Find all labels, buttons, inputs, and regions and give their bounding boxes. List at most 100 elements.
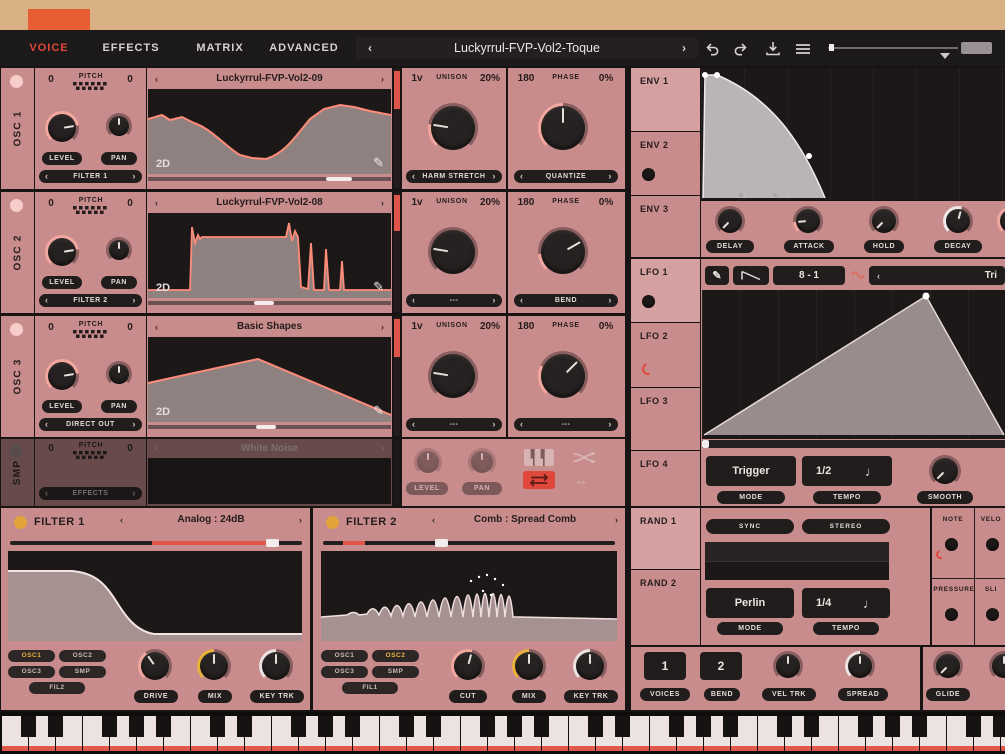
filter1-input-fil2[interactable]: FIL2 bbox=[29, 682, 85, 694]
next-icon[interactable] bbox=[608, 294, 612, 307]
tab-lfo3[interactable]: LFO 3 bbox=[631, 388, 700, 450]
smp-keytrack-icon[interactable] bbox=[524, 449, 554, 466]
prev-icon[interactable] bbox=[432, 515, 435, 525]
next-icon[interactable] bbox=[492, 294, 496, 307]
filter2-cut-knob[interactable] bbox=[451, 649, 485, 683]
next-icon[interactable] bbox=[381, 74, 384, 84]
tab-matrix[interactable]: MATRIX bbox=[194, 30, 246, 66]
velocity-track-knob[interactable] bbox=[773, 651, 803, 681]
rand-sync-button[interactable]: SYNC bbox=[706, 519, 794, 534]
smp-level-knob[interactable] bbox=[414, 448, 442, 476]
osc1-waveform-display[interactable]: 2D ✎ bbox=[147, 89, 392, 174]
prev-icon[interactable] bbox=[412, 418, 416, 431]
osc1-view-mode[interactable]: 2D bbox=[156, 158, 170, 170]
next-icon[interactable] bbox=[132, 294, 136, 307]
lfo-smooth-toggle-icon[interactable] bbox=[851, 270, 865, 280]
lfo-grid-stepper[interactable]: 8 - 1 bbox=[773, 266, 845, 285]
osc3-unison-voices[interactable]: 1v bbox=[406, 321, 428, 332]
tab-lfo1[interactable]: LFO 1 bbox=[631, 259, 700, 322]
prev-icon[interactable] bbox=[45, 487, 49, 500]
osc1-tune-value[interactable]: 0 bbox=[119, 74, 141, 85]
bend-value[interactable]: 2 bbox=[700, 652, 742, 680]
osc2-spectral-morph-dropdown[interactable]: --- bbox=[406, 294, 502, 307]
osc3-view-mode[interactable]: 2D bbox=[156, 406, 170, 418]
osc1-spectral-morph-dropdown[interactable]: HARM STRETCH bbox=[406, 170, 502, 183]
filter2-model-dropdown[interactable]: Comb : Spread Comb bbox=[432, 514, 618, 525]
osc1-unison-voices[interactable]: 1v bbox=[406, 73, 428, 84]
osc1-wavetable-selector[interactable]: Luckyrrul-FVP-Vol2-09 bbox=[147, 68, 392, 89]
filter1-power-button[interactable] bbox=[14, 516, 27, 529]
filter1-drive-knob[interactable] bbox=[138, 649, 172, 683]
lfo-display[interactable] bbox=[702, 290, 1005, 439]
next-icon[interactable] bbox=[492, 418, 496, 431]
osc3-unison-knob[interactable] bbox=[428, 351, 478, 401]
osc2-frame-slider[interactable] bbox=[148, 301, 391, 305]
tab-lfo2[interactable]: LFO 2 bbox=[631, 323, 700, 387]
volume-marker-icon[interactable] bbox=[940, 53, 950, 59]
smp-sample-display[interactable] bbox=[148, 458, 391, 504]
prev-icon[interactable] bbox=[45, 294, 49, 307]
env-attack-knob[interactable] bbox=[793, 206, 823, 236]
osc1-level-knob[interactable] bbox=[45, 111, 79, 145]
filter2-input-osc3[interactable]: OSC3 bbox=[321, 666, 368, 678]
tab-effects[interactable]: EFFECTS bbox=[102, 30, 160, 66]
prev-icon[interactable] bbox=[412, 294, 416, 307]
osc3-transpose-value[interactable]: 0 bbox=[40, 322, 62, 333]
next-icon[interactable] bbox=[381, 443, 384, 453]
tab-rand1[interactable]: RAND 1 bbox=[631, 508, 700, 569]
tab-env1[interactable]: ENV 1 bbox=[631, 68, 700, 131]
mod-slide-knob[interactable] bbox=[986, 608, 999, 621]
osc2-transpose-value[interactable]: 0 bbox=[40, 198, 62, 209]
filter1-input-osc3[interactable]: OSC3 bbox=[8, 666, 55, 678]
filter1-input-osc1[interactable]: OSC1 bbox=[8, 650, 55, 662]
filter1-input-smp[interactable]: SMP bbox=[59, 666, 106, 678]
tab-voice[interactable]: VOICE bbox=[26, 30, 72, 66]
tab-rand2[interactable]: RAND 2 bbox=[631, 570, 700, 645]
filter1-model-dropdown[interactable]: Analog : 24dB bbox=[120, 514, 302, 525]
osc2-view-mode[interactable]: 2D bbox=[156, 282, 170, 294]
smp-tune-value[interactable]: 0 bbox=[119, 443, 141, 454]
env-sustain-knob[interactable] bbox=[997, 206, 1005, 236]
volume-handle[interactable] bbox=[829, 44, 834, 51]
next-icon[interactable] bbox=[492, 170, 496, 183]
env2-mini-knob[interactable] bbox=[642, 168, 655, 181]
prev-icon[interactable] bbox=[155, 198, 158, 208]
osc3-level-knob[interactable] bbox=[45, 359, 79, 393]
smp-pan-knob[interactable] bbox=[468, 448, 496, 476]
spread-knob[interactable] bbox=[845, 651, 875, 681]
smp-bounce-icon[interactable]: ↔ bbox=[574, 472, 588, 488]
osc2-edit-pencil-icon[interactable]: ✎ bbox=[373, 279, 384, 295]
prev-icon[interactable] bbox=[877, 271, 880, 281]
smp-transpose-value[interactable]: 0 bbox=[40, 443, 62, 454]
osc3-wavetable-name[interactable]: Basic Shapes bbox=[237, 321, 302, 332]
osc1-frame-slider[interactable] bbox=[148, 177, 391, 181]
lfo-smooth-knob[interactable] bbox=[929, 455, 961, 487]
filter2-input-osc1[interactable]: OSC1 bbox=[321, 650, 368, 662]
osc1-transpose-value[interactable]: 0 bbox=[40, 74, 62, 85]
osc1-pan-knob[interactable] bbox=[106, 113, 132, 139]
mod-note-knob[interactable] bbox=[945, 538, 958, 551]
next-icon[interactable] bbox=[381, 322, 384, 332]
osc2-unison-detune[interactable]: 20% bbox=[476, 197, 504, 208]
env-delay-knob[interactable] bbox=[715, 206, 745, 236]
tab-lfo4[interactable]: LFO 4 bbox=[631, 451, 700, 506]
osc3-edit-pencil-icon[interactable]: ✎ bbox=[373, 403, 384, 419]
smp-loop-button[interactable] bbox=[523, 471, 555, 489]
osc3-phase-rand[interactable]: 0% bbox=[594, 321, 618, 332]
osc1-phase-value[interactable]: 180 bbox=[512, 73, 540, 84]
filter2-keytrack-knob[interactable] bbox=[573, 649, 607, 683]
voices-value[interactable]: 1 bbox=[644, 652, 686, 680]
smp-random-phase-icon[interactable] bbox=[572, 450, 596, 465]
next-icon[interactable] bbox=[132, 418, 136, 431]
lfo-tempo-selector[interactable]: 1/2 ♩ bbox=[802, 456, 892, 486]
tab-advanced[interactable]: ADVANCED bbox=[266, 30, 342, 66]
save-icon[interactable] bbox=[765, 41, 781, 56]
next-icon[interactable] bbox=[381, 198, 384, 208]
osc1-unison-detune[interactable]: 20% bbox=[476, 73, 504, 84]
osc2-wave-morph-dropdown[interactable]: BEND bbox=[514, 294, 618, 307]
osc2-routing-dropdown[interactable]: FILTER 2 bbox=[39, 294, 142, 307]
filter2-mix-knob[interactable] bbox=[512, 649, 546, 683]
mod-pressure-knob[interactable] bbox=[945, 608, 958, 621]
next-icon[interactable] bbox=[615, 515, 618, 525]
preset-name[interactable]: Luckyrrul-FVP-Vol2-Toque bbox=[454, 41, 600, 55]
